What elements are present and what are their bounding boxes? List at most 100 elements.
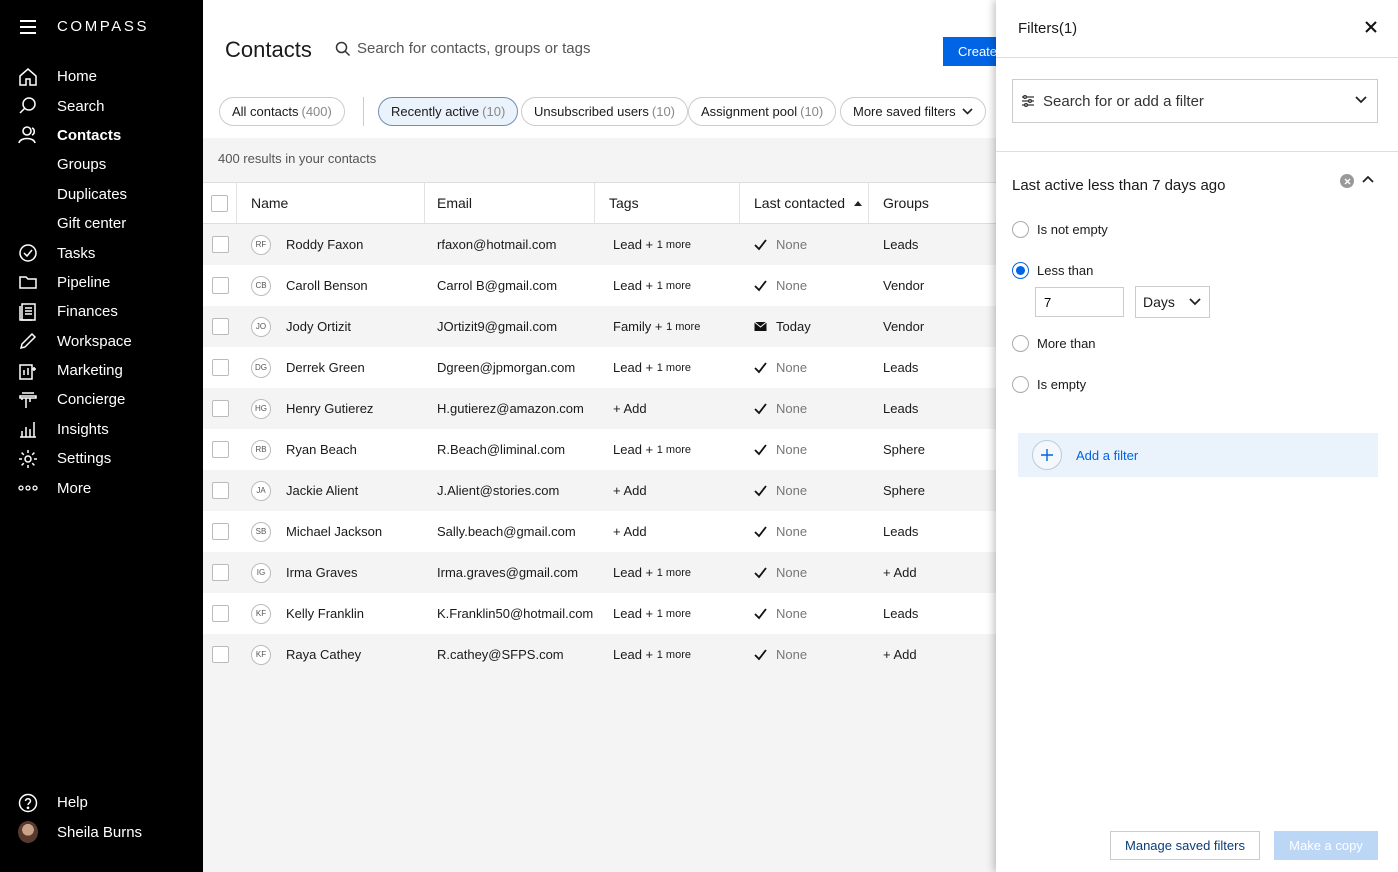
sidebar-item-gift-center[interactable]: Gift center: [0, 209, 203, 238]
radio-button[interactable]: [1012, 376, 1029, 393]
tags-cell[interactable]: Lead + 1 more: [595, 265, 740, 306]
contact-name-cell[interactable]: RF Roddy Faxon: [237, 224, 425, 265]
column-header-tags[interactable]: Tags: [595, 183, 740, 223]
sidebar-item-groups[interactable]: Groups: [0, 150, 203, 179]
sidebar-item-pipeline[interactable]: Pipeline: [0, 268, 203, 297]
sidebar-item-tasks[interactable]: Tasks: [0, 238, 203, 267]
row-select[interactable]: [203, 347, 237, 388]
contact-name-cell[interactable]: KF Kelly Franklin: [237, 593, 425, 634]
radio-button[interactable]: [1012, 221, 1029, 238]
tags-cell[interactable]: Family + 1 more: [595, 306, 740, 347]
contact-name-cell[interactable]: JA Jackie Alient: [237, 470, 425, 511]
sidebar-item-duplicates[interactable]: Duplicates: [0, 180, 203, 209]
unit-select[interactable]: Days: [1135, 286, 1210, 318]
sidebar-item-settings[interactable]: Settings: [0, 444, 203, 473]
contact-name-cell[interactable]: RB Ryan Beach: [237, 429, 425, 470]
row-select[interactable]: [203, 593, 237, 634]
radio-button[interactable]: [1012, 335, 1029, 352]
tags-cell[interactable]: Lead + 1 more: [595, 634, 740, 675]
row-select[interactable]: [203, 265, 237, 306]
last-contacted-cell: None: [740, 429, 869, 470]
contact-email: R.cathey@SFPS.com: [437, 647, 564, 662]
row-checkbox[interactable]: [211, 441, 229, 458]
row-checkbox[interactable]: [211, 482, 229, 499]
row-checkbox[interactable]: [211, 359, 229, 376]
contact-name-cell[interactable]: KF Raya Cathey: [237, 634, 425, 675]
tags-cell[interactable]: Lead + 1 more: [595, 224, 740, 265]
folder-icon: [18, 272, 38, 292]
option-is-not-empty[interactable]: Is not empty: [1012, 221, 1108, 238]
sidebar-item-contacts[interactable]: Contacts: [0, 121, 203, 150]
chip-assignment-pool[interactable]: Assignment pool (10): [688, 97, 837, 126]
radio-button-selected[interactable]: [1012, 262, 1029, 279]
row-checkbox[interactable]: [211, 236, 229, 253]
contact-name-cell[interactable]: CB Caroll Benson: [237, 265, 425, 306]
sidebar-item-search[interactable]: Search: [0, 91, 203, 120]
row-select[interactable]: [203, 224, 237, 265]
option-less-than[interactable]: Less than: [1012, 262, 1093, 279]
contact-name-cell[interactable]: HG Henry Gutierez: [237, 388, 425, 429]
row-select[interactable]: [203, 388, 237, 429]
chip-unsubscribed-users[interactable]: Unsubscribed users (10): [521, 97, 689, 126]
row-select[interactable]: [203, 470, 237, 511]
filter-value-input[interactable]: [1035, 287, 1124, 317]
hamburger-menu-icon[interactable]: [20, 19, 36, 34]
tags-cell[interactable]: + Add: [595, 511, 740, 552]
row-checkbox[interactable]: [211, 318, 229, 335]
row-checkbox[interactable]: [211, 646, 229, 663]
make-copy-button[interactable]: Make a copy: [1274, 831, 1378, 860]
row-select[interactable]: [203, 552, 237, 593]
tags-cell[interactable]: Lead + 1 more: [595, 552, 740, 593]
row-select[interactable]: [203, 511, 237, 552]
sidebar-item-concierge[interactable]: Concierge: [0, 385, 203, 414]
manage-saved-filters-button[interactable]: Manage saved filters: [1110, 831, 1260, 860]
column-header-email[interactable]: Email: [425, 183, 595, 223]
sidebar-item-marketing[interactable]: Marketing: [0, 356, 203, 385]
select-all[interactable]: [203, 183, 237, 223]
add-filter-button[interactable]: Add a filter: [1018, 433, 1378, 477]
row-checkbox[interactable]: [211, 605, 229, 622]
contact-name-cell[interactable]: IG Irma Graves: [237, 552, 425, 593]
sidebar-item-more[interactable]: More: [0, 473, 203, 502]
tags-cell[interactable]: + Add: [595, 470, 740, 511]
tags-cell[interactable]: + Add: [595, 388, 740, 429]
search-input[interactable]: [357, 40, 877, 57]
sidebar-item-help[interactable]: Help: [0, 788, 203, 817]
tags-cell[interactable]: Lead + 1 more: [595, 429, 740, 470]
compass-logo[interactable]: COMPASS: [57, 18, 149, 35]
chevron-up-icon[interactable]: [1362, 175, 1374, 183]
chip-recently-active[interactable]: Recently active (10): [378, 97, 519, 126]
home-icon: [18, 67, 38, 87]
tags-cell[interactable]: Lead + 1 more: [595, 593, 740, 634]
filter-search-dropdown[interactable]: Search for or add a filter: [1012, 79, 1378, 123]
row-checkbox[interactable]: [211, 277, 229, 294]
column-header-last-contacted[interactable]: Last contacted: [740, 183, 869, 223]
close-icon[interactable]: [1364, 20, 1378, 34]
contact-name-cell[interactable]: JO Jody Ortizit: [237, 306, 425, 347]
sidebar-item-finances[interactable]: Finances: [0, 297, 203, 326]
sidebar-item-insights[interactable]: Insights: [0, 415, 203, 444]
row-select[interactable]: [203, 634, 237, 675]
option-more-than[interactable]: More than: [1012, 335, 1096, 352]
sidebar-item-label: Marketing: [57, 362, 123, 380]
chip-all-contacts[interactable]: All contacts (400): [219, 97, 345, 126]
sidebar-item-home[interactable]: Home: [0, 62, 203, 91]
sidebar-item-workspace[interactable]: Workspace: [0, 327, 203, 356]
column-header-name[interactable]: Name: [237, 183, 425, 223]
option-is-empty[interactable]: Is empty: [1012, 376, 1086, 393]
select-all-checkbox[interactable]: [211, 194, 228, 212]
contact-name-cell[interactable]: SB Michael Jackson: [237, 511, 425, 552]
page-title: Contacts: [225, 37, 312, 62]
sidebar-item-user[interactable]: Sheila Burns: [0, 817, 203, 846]
contact-name-cell[interactable]: DG Derrek Green: [237, 347, 425, 388]
tags-cell[interactable]: Lead + 1 more: [595, 347, 740, 388]
contact-name: Irma Graves: [286, 565, 358, 580]
chip-more-saved-filters[interactable]: More saved filters: [840, 97, 986, 126]
row-select[interactable]: [203, 306, 237, 347]
row-checkbox[interactable]: [211, 400, 229, 417]
tag-label: Lead +: [613, 565, 657, 580]
row-checkbox[interactable]: [211, 523, 229, 540]
row-select[interactable]: [203, 429, 237, 470]
remove-filter-icon[interactable]: [1340, 174, 1354, 188]
row-checkbox[interactable]: [211, 564, 229, 581]
